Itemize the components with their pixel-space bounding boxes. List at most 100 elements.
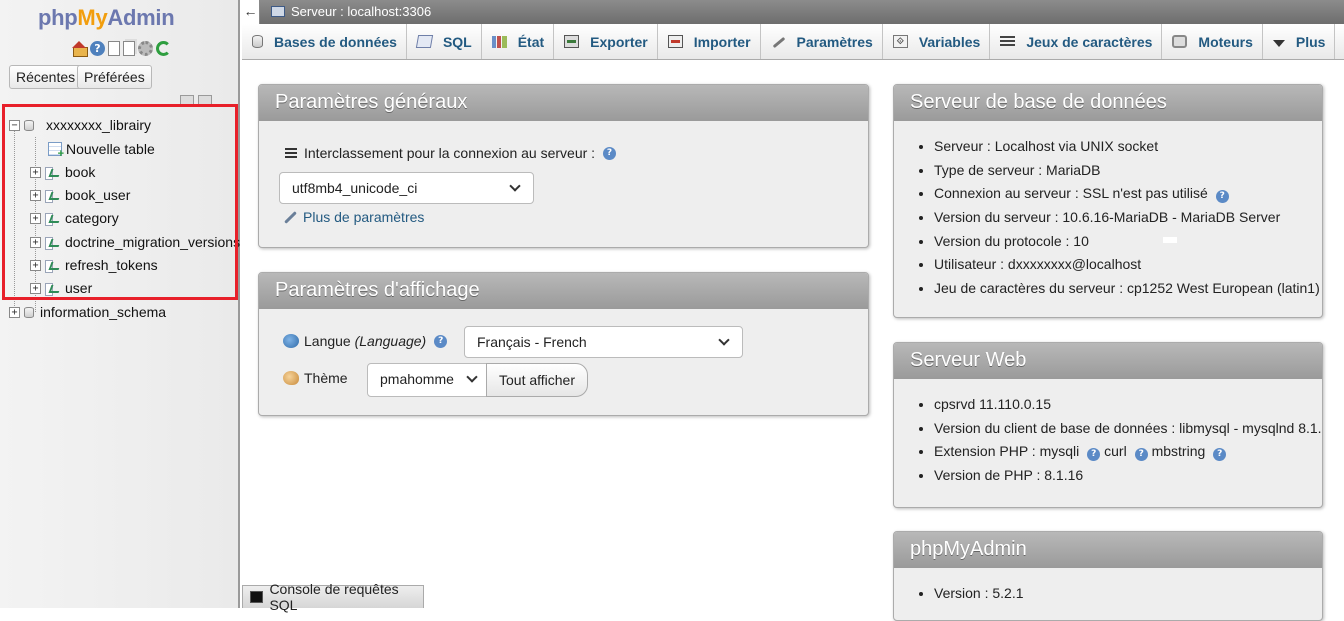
expand-icon[interactable]: +: [30, 236, 41, 248]
tab-databases[interactable]: Bases de données: [242, 24, 407, 59]
reload-icon[interactable]: [156, 41, 171, 56]
chevron-down-icon: [718, 334, 730, 346]
redaction-mark: [1163, 237, 1177, 243]
display-settings-panel: Paramètres d'affichage Langue (Language)…: [258, 272, 869, 416]
tree-table-row[interactable]: + user: [30, 277, 92, 299]
list-item: Extension PHP : mysqli? curl? mbstring?: [934, 440, 1322, 464]
docs-icon[interactable]: [123, 41, 135, 56]
tree-table-row[interactable]: + book_user: [30, 184, 130, 206]
nav-icon-bar: ?: [72, 41, 171, 57]
table-icon[interactable]: [45, 236, 59, 250]
language-icon: [283, 334, 299, 348]
favorite-tables-button[interactable]: Préférées: [77, 65, 152, 89]
table-name[interactable]: refresh_tokens: [65, 257, 158, 273]
expand-icon[interactable]: +: [30, 282, 41, 294]
table-icon[interactable]: [45, 259, 59, 273]
theme-select[interactable]: pmahomme: [367, 363, 487, 397]
back-arrow-icon[interactable]: ←: [242, 0, 260, 24]
panel-title: Serveur Web: [894, 343, 1322, 379]
database-icon: [24, 306, 34, 318]
expand-icon[interactable]: +: [30, 212, 41, 224]
table-name[interactable]: user: [65, 280, 92, 296]
help-icon[interactable]: ?: [1213, 448, 1227, 462]
table-name[interactable]: book_user: [65, 187, 130, 203]
table-name[interactable]: doctrine_migration_versions: [65, 234, 240, 250]
language-label-row: Langue (Language) ?: [283, 333, 448, 349]
list-item: Jeu de caractères du serveur : cp1252 We…: [934, 277, 1320, 301]
tree-table-row[interactable]: + category: [30, 207, 119, 229]
table-name[interactable]: book: [65, 164, 95, 180]
tree-db-librairy[interactable]: − xxxxxxxx_librairy: [9, 114, 151, 136]
new-table-icon: [48, 142, 64, 160]
tab-more[interactable]: Plus: [1263, 24, 1336, 59]
help-icon[interactable]: ?: [1134, 448, 1148, 462]
variables-icon: ⟐: [892, 35, 908, 48]
expand-icon[interactable]: +: [9, 306, 20, 318]
tab-engines[interactable]: Moteurs: [1162, 24, 1263, 59]
main-tab-bar: Bases de données SQL État Exporter Impor…: [242, 24, 1344, 60]
table-icon[interactable]: [45, 189, 59, 203]
tab-import[interactable]: Importer: [658, 24, 761, 59]
server-icon: [271, 6, 285, 17]
tree-new-table[interactable]: Nouvelle table: [48, 138, 155, 160]
home-icon[interactable]: [72, 41, 88, 57]
new-table-label[interactable]: Nouvelle table: [66, 141, 155, 157]
general-settings-panel: Paramètres généraux Interclassement pour…: [258, 84, 869, 248]
documentation-icon[interactable]: [108, 41, 120, 56]
db-name[interactable]: information_schema: [40, 304, 166, 320]
tab-variables[interactable]: ⟐ Variables: [883, 24, 991, 59]
database-server-panel: Serveur de base de données Serveur : Loc…: [893, 84, 1323, 318]
recent-tables-button[interactable]: Récentes: [9, 65, 83, 89]
navigation-panel: phpMyAdmin ? Récentes Préférées − xxxxxx…: [0, 0, 240, 608]
list-item: Serveur : Localhost via UNIX socket: [934, 135, 1320, 159]
expand-icon[interactable]: +: [30, 189, 41, 201]
panel-title: Serveur de base de données: [894, 85, 1322, 121]
expand-icon[interactable]: +: [30, 166, 41, 178]
table-icon[interactable]: [45, 212, 59, 226]
pma-info-list: Version : 5.2.1: [894, 582, 1024, 606]
link-with-main-icon[interactable]: [198, 95, 212, 105]
import-icon: [667, 35, 683, 48]
tree-table-row[interactable]: + refresh_tokens: [30, 254, 158, 276]
panel-title: Paramètres d'affichage: [259, 273, 868, 309]
settings-gear-icon[interactable]: [138, 41, 153, 56]
table-name[interactable]: category: [65, 210, 119, 226]
collation-select[interactable]: utf8mb4_unicode_ci: [279, 172, 534, 204]
server-breadcrumb-bar: ← Serveur : localhost:3306: [242, 0, 1344, 24]
more-settings-link[interactable]: Plus de paramètres: [283, 209, 424, 225]
help-icon[interactable]: ?: [1215, 190, 1229, 204]
tab-charsets[interactable]: Jeux de caractères: [990, 24, 1163, 59]
server-title[interactable]: Serveur : localhost:3306: [291, 4, 431, 19]
table-icon[interactable]: [45, 282, 59, 296]
db-name[interactable]: xxxxxxxx_librairy: [46, 117, 151, 133]
panel-title: phpMyAdmin: [894, 532, 1322, 568]
collapse-icon[interactable]: −: [9, 119, 20, 131]
tree-table-row[interactable]: + book: [30, 161, 95, 183]
db-server-info-list: Serveur : Localhost via UNIX socket Type…: [894, 135, 1320, 301]
chevron-down-icon: [509, 180, 521, 192]
expand-icon[interactable]: +: [30, 259, 41, 271]
help-icon[interactable]: ?: [90, 41, 105, 56]
list-item: cpsrvd 11.110.0.15: [934, 393, 1322, 417]
tab-status[interactable]: État: [482, 24, 555, 59]
table-icon[interactable]: [45, 166, 59, 180]
tab-settings[interactable]: Paramètres: [761, 24, 883, 59]
tab-export[interactable]: Exporter: [554, 24, 658, 59]
tree-controls: [180, 95, 212, 105]
help-icon[interactable]: ?: [1087, 448, 1101, 462]
show-all-themes-button[interactable]: Tout afficher: [486, 363, 589, 397]
sql-console-toggle[interactable]: Console de requêtes SQL: [242, 581, 424, 613]
tab-sql[interactable]: SQL: [407, 24, 482, 59]
wrench-icon: [771, 35, 786, 48]
phpmyadmin-logo[interactable]: phpMyAdmin: [38, 5, 175, 31]
tree-table-row[interactable]: + doctrine_migration_versions: [30, 231, 240, 253]
tree-db-information-schema[interactable]: + information_schema: [9, 301, 166, 323]
language-select[interactable]: Français - French: [464, 326, 743, 358]
collapse-all-icon[interactable]: [180, 95, 194, 105]
help-icon[interactable]: ?: [434, 334, 448, 348]
sql-icon: [415, 35, 434, 48]
list-item: Connexion au serveur : SSL n'est pas uti…: [934, 182, 1320, 206]
list-item: Type de serveur : MariaDB: [934, 159, 1320, 183]
list-item: Version du protocole : 10: [934, 230, 1320, 254]
help-icon[interactable]: ?: [603, 146, 617, 160]
